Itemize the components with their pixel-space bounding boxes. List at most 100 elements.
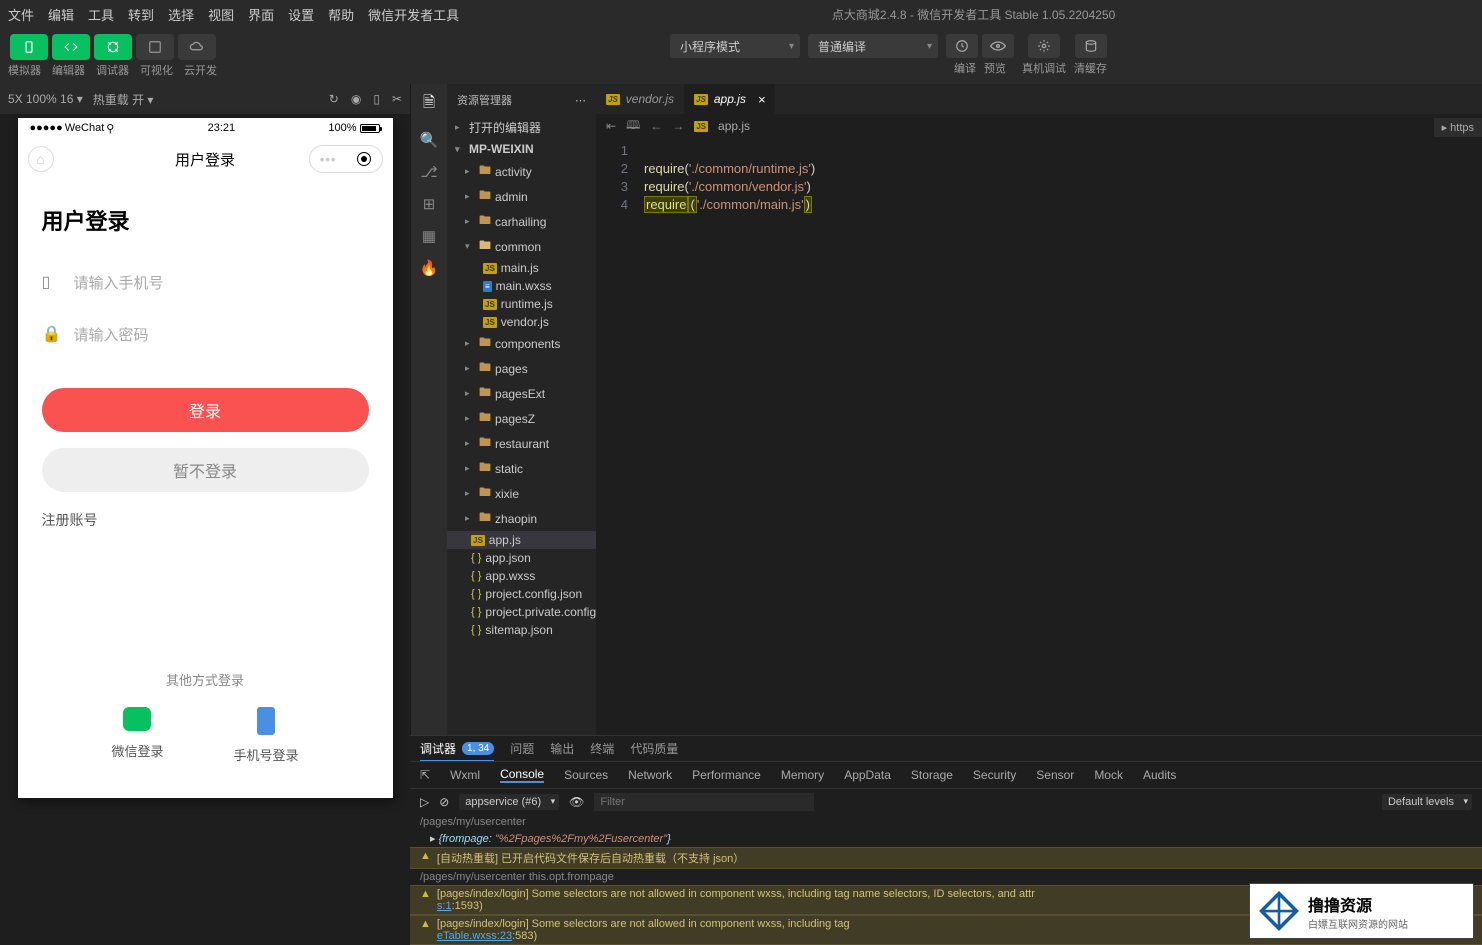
folder-static[interactable]: ▸🖿static [447,456,596,481]
eye-icon[interactable]: 👁 [569,795,584,809]
menu-goto[interactable]: 转到 [128,5,154,24]
devtab-sensor[interactable]: Sensor [1036,768,1074,782]
device-icon[interactable]: ▯ [373,92,380,106]
phone-input[interactable]: 请输入手机号 [74,272,164,293]
menu-file[interactable]: 文件 [8,5,34,24]
code-editor[interactable]: 1 2 3 4 require('./common/runtime.js') r… [596,138,1482,735]
devtab-memory[interactable]: Memory [781,768,824,782]
folder-common[interactable]: ▾🖿common [447,234,596,259]
file-project-config[interactable]: { }project.config.json [447,585,596,603]
compile-dropdown[interactable]: 普通编译 [808,34,938,58]
open-editors-section[interactable]: ▸打开的编辑器 [447,116,596,139]
back-icon[interactable]: ← [650,119,662,133]
file-project-private[interactable]: { }project.private.config.js... [447,603,596,621]
simulator-screen: ●●●●● WeChat ⚲ 23:21 100% ⌂ 用户登录 ••• 用户登… [18,118,393,798]
login-button[interactable]: 登录 [42,388,369,432]
close-tab-icon[interactable]: × [758,92,766,107]
folder-xixie[interactable]: ▸🖿xixie [447,481,596,506]
folder-pagesExt[interactable]: ▸🖿pagesExt [447,381,596,406]
devtab-security[interactable]: Security [973,768,1016,782]
file-vendor-js[interactable]: JSvendor.js [447,313,596,331]
devtab-network[interactable]: Network [628,768,672,782]
preview-button[interactable] [982,34,1014,58]
hot-reload-dropdown[interactable]: 热重载 开 ▾ [93,91,154,108]
inspect-icon[interactable]: ⇱ [420,768,430,782]
menu-view[interactable]: 视图 [208,5,234,24]
debug-icon[interactable]: ▦ [422,227,436,245]
menu-help[interactable]: 帮助 [328,5,354,24]
clear-cache-button[interactable] [1075,34,1107,58]
https-tab[interactable]: ▸ https [1434,118,1482,137]
menu-wxdev[interactable]: 微信开发者工具 [368,5,459,24]
devtab-audits[interactable]: Audits [1143,768,1176,782]
more-icon[interactable]: ⋯ [575,94,586,107]
visual-toggle[interactable] [136,34,174,60]
menu-select[interactable]: 选择 [168,5,194,24]
debugger-toggle[interactable] [94,34,132,60]
tab-problems[interactable]: 问题 [510,736,534,761]
devtab-console[interactable]: Console [500,767,544,783]
devtab-storage[interactable]: Storage [911,768,953,782]
register-link[interactable]: 注册账号 [42,510,369,530]
bookmark-icon[interactable]: 🕮 [626,116,640,137]
tab-debugger[interactable]: 调试器1, 34 [420,736,494,761]
simulator-toggle[interactable] [10,34,48,60]
folder-pagesZ[interactable]: ▸🖿pagesZ [447,406,596,431]
menu-edit[interactable]: 编辑 [48,5,74,24]
file-app-json[interactable]: { }app.json [447,549,596,567]
clear-console-icon[interactable]: ⊘ [439,795,449,809]
mode-dropdown[interactable]: 小程序模式 [670,34,800,58]
file-app-wxss[interactable]: { }app.wxss [447,567,596,585]
record-icon[interactable]: ◉ [351,92,361,106]
menu-tools[interactable]: 工具 [88,5,114,24]
folder-admin[interactable]: ▸🖿admin [447,184,596,209]
tab-terminal[interactable]: 终端 [590,736,614,761]
devtab-sources[interactable]: Sources [564,768,608,782]
devtab-performance[interactable]: Performance [692,768,761,782]
breadcrumb-file[interactable]: app.js [718,119,750,133]
collapse-icon[interactable]: ⇤ [606,119,616,133]
refresh-icon[interactable]: ↻ [329,92,339,106]
extensions-icon[interactable]: ⊞ [423,195,436,213]
project-root[interactable]: ▾MP-WEIXIN [447,139,596,159]
folder-components[interactable]: ▸🖿components [447,331,596,356]
file-app-js[interactable]: JSapp.js [447,531,596,549]
tab-quality[interactable]: 代码质量 [630,736,678,761]
tab-app-js[interactable]: JSapp.js× [684,84,775,114]
cut-icon[interactable]: ✂ [392,92,402,106]
file-main-js[interactable]: JSmain.js [447,259,596,277]
compile-button[interactable] [946,34,978,58]
folder-zhaopin[interactable]: ▸🖿zhaopin [447,506,596,531]
zoom-dropdown[interactable]: 5X 100% 16 ▾ [8,92,83,106]
tab-output[interactable]: 输出 [550,736,574,761]
play-icon[interactable]: ▷ [420,795,429,809]
file-main-wxss[interactable]: ≡main.wxss [447,277,596,295]
menu-settings[interactable]: 设置 [288,5,314,24]
remote-debug-button[interactable] [1028,34,1060,58]
file-sitemap[interactable]: { }sitemap.json [447,621,596,639]
tab-vendor-js[interactable]: JSvendor.js [596,84,684,114]
devtab-appdata[interactable]: AppData [844,768,891,782]
forward-icon[interactable]: → [672,119,684,133]
search-icon[interactable]: 🔍 [420,131,439,149]
folder-pages[interactable]: ▸🖿pages [447,356,596,381]
password-input[interactable]: 请输入密码 [74,324,149,345]
folder-activity[interactable]: ▸🖿activity [447,159,596,184]
devtab-wxml[interactable]: Wxml [450,768,480,782]
menu-interface[interactable]: 界面 [248,5,274,24]
skip-login-button[interactable]: 暂不登录 [42,448,369,492]
cloud-dev[interactable] [178,34,216,60]
explorer-icon[interactable]: 🗎 [423,92,435,117]
file-runtime-js[interactable]: JSruntime.js [447,295,596,313]
devtab-mock[interactable]: Mock [1094,768,1123,782]
flame-icon[interactable]: 🔥 [420,259,439,277]
log-levels-dropdown[interactable]: Default levels [1382,794,1472,810]
branch-icon[interactable]: ⎇ [420,163,437,181]
folder-carhailing[interactable]: ▸🖿carhailing [447,209,596,234]
console-scope-dropdown[interactable]: appservice (#6) [459,794,559,810]
folder-restaurant[interactable]: ▸🖿restaurant [447,431,596,456]
phone-login-button[interactable]: 手机号登录 [234,707,299,764]
wechat-login-button[interactable]: 微信登录 [111,707,163,764]
editor-toggle[interactable] [52,34,90,60]
console-filter-input[interactable] [594,793,814,811]
